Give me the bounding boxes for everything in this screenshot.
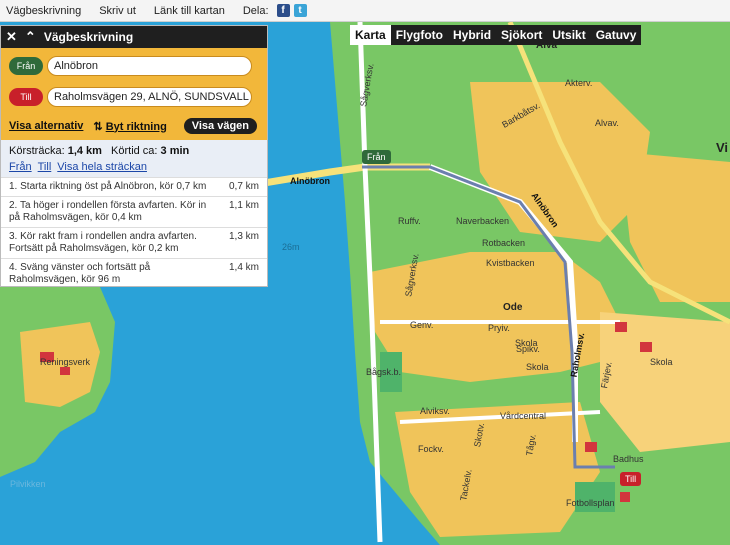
building	[585, 442, 597, 452]
label-vardcentral: Vårdcentral	[500, 411, 547, 421]
route-end-marker[interactable]: Till	[620, 472, 642, 486]
tab-hybrid[interactable]: Hybrid	[448, 25, 496, 45]
from-row: Från Alnöbron	[1, 54, 267, 78]
route-summary: Körsträcka: 1,4 km Körtid ca: 3 min	[1, 140, 267, 159]
route-step[interactable]: 1. Starta riktning öst på Alnöbron, kör …	[1, 177, 267, 196]
route-links: Från Till Visa hela sträckan	[1, 159, 267, 177]
label-skola-1: Skola	[650, 357, 673, 367]
label-reningsverk: Reningsverk	[40, 357, 91, 367]
label-alnobron: Alnöbron	[290, 176, 330, 186]
panel-header: ✕ ⌃ Vägbeskrivning	[1, 26, 267, 48]
collapse-icon[interactable]: ⌃	[25, 29, 36, 45]
label-ode: Ode	[503, 302, 523, 313]
tab-gatuvy[interactable]: Gatuvy	[591, 25, 642, 45]
top-toolbar: Vägbeskrivning Skriv ut Länk till kartan…	[0, 0, 730, 22]
tab-flygfoto[interactable]: Flygfoto	[391, 25, 448, 45]
map-link[interactable]: Länk till kartan	[154, 5, 225, 17]
label-badhus: Badhus	[613, 454, 644, 464]
label-spikv: Spikv.	[516, 344, 540, 354]
to-pin: Till	[9, 88, 43, 106]
directions-link[interactable]: Vägbeskrivning	[6, 5, 81, 17]
swap-icon: ⇅	[93, 120, 106, 133]
label-skola-2: Skola	[526, 362, 549, 372]
label-fockv: Fockv.	[418, 444, 444, 454]
route-steps: 1. Starta riktning öst på Alnöbron, kör …	[1, 177, 267, 289]
facebook-icon[interactable]: f	[276, 4, 290, 17]
swap-direction-link[interactable]: ⇅ Byt riktning	[93, 120, 166, 133]
tab-sjokort[interactable]: Sjökort	[496, 25, 547, 45]
directions-form: Från Alnöbron Till Raholmsvägen 29, ALNÖ…	[1, 48, 267, 140]
route-step[interactable]: 4. Sväng vänster och fortsätt på Raholms…	[1, 258, 267, 289]
route-step[interactable]: 3. Kör rakt fram i rondellen andra avfar…	[1, 227, 267, 258]
label-ruffv: Ruffv.	[398, 216, 421, 226]
share-icons: f t	[276, 4, 307, 17]
label-depth: 26m	[282, 242, 300, 252]
form-actions: Visa alternativ ⇅ Byt riktning Visa väge…	[1, 116, 267, 136]
from-pin: Från	[9, 57, 43, 75]
label-fotbollsplan: Fotbollsplan	[566, 498, 615, 508]
distance-value: 1,4 km	[67, 145, 102, 157]
label-akterv: Akterv.	[565, 78, 593, 88]
label-alviksv: Alviksv.	[420, 406, 450, 416]
to-input[interactable]: Raholmsvägen 29, ALNÖ, SUNDSVALL	[47, 87, 252, 107]
show-route-button[interactable]: Visa vägen	[183, 118, 257, 134]
building	[60, 367, 70, 375]
label-rotbacken: Rotbacken	[482, 238, 526, 248]
tab-karta[interactable]: Karta	[350, 25, 391, 45]
building	[615, 322, 627, 332]
label-genv: Genv.	[410, 320, 434, 330]
twitter-icon[interactable]: t	[293, 4, 307, 17]
link-to[interactable]: Till	[38, 161, 52, 173]
route-step[interactable]: 2. Ta höger i rondellen första avfarten.…	[1, 196, 267, 227]
label-pilvikken: Pilvikken	[10, 479, 46, 489]
show-alternatives-link[interactable]: Visa alternativ	[9, 120, 83, 132]
label-pryiv: Pryiv.	[488, 323, 510, 333]
close-icon[interactable]: ✕	[6, 29, 17, 45]
route-start-marker[interactable]: Från	[362, 150, 391, 164]
label-kvistbacken: Kvistbacken	[486, 258, 535, 268]
building	[640, 342, 652, 352]
from-input[interactable]: Alnöbron	[47, 56, 252, 76]
share-label: Dela:	[242, 4, 269, 17]
label-naverbacken: Naverbacken	[456, 216, 510, 226]
map-type-tabs: Karta Flygfoto Hybrid Sjökort Utsikt Gat…	[350, 25, 642, 45]
label-alvav: Alvav.	[595, 118, 619, 128]
panel-title: Vägbeskrivning	[43, 30, 134, 44]
directions-panel: ✕ ⌃ Vägbeskrivning Från Alnöbron Till Ra…	[0, 25, 268, 287]
time-value: 3 min	[160, 145, 190, 157]
building	[620, 492, 630, 502]
tab-utsikt[interactable]: Utsikt	[547, 25, 590, 45]
label-vi: Vi	[716, 140, 729, 155]
to-row: Till Raholmsvägen 29, ALNÖ, SUNDSVALL	[1, 85, 267, 109]
link-from[interactable]: Från	[9, 161, 32, 173]
print-link[interactable]: Skriv ut	[99, 5, 136, 17]
link-whole-route[interactable]: Visa hela sträckan	[57, 161, 147, 173]
label-bagsk: Bågsk.b.	[366, 367, 402, 377]
